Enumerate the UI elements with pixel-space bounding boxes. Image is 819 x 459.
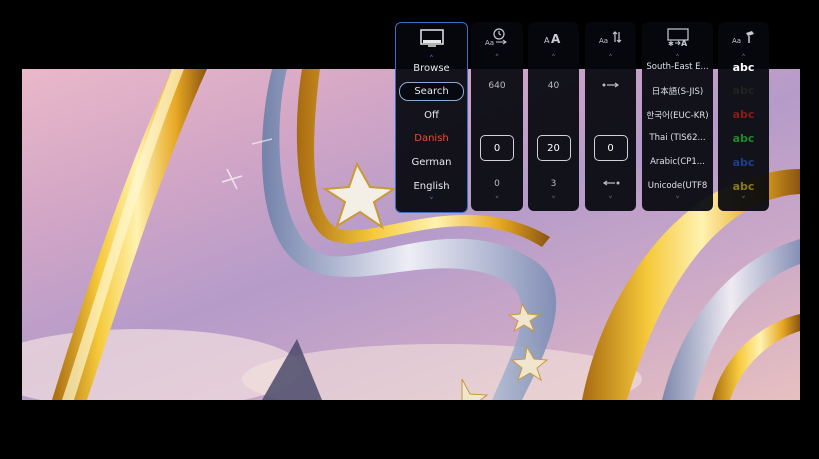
color-sample-red[interactable]: abc: [718, 108, 769, 121]
encoding-item[interactable]: 한국어(EUC-KR): [642, 109, 713, 121]
chevron-up-icon[interactable]: ˄: [528, 54, 579, 64]
svg-text:Aa: Aa: [732, 37, 741, 45]
font-size-icon: A A: [528, 22, 579, 52]
mode-item-english[interactable]: English: [396, 181, 467, 192]
chevron-down-icon[interactable]: ˅: [528, 196, 579, 206]
color-sample-blue[interactable]: abc: [718, 156, 769, 169]
subtitle-sync-panel[interactable]: Aa ˄ 640 0 0 ˅: [471, 22, 523, 211]
font-size-panel[interactable]: A A ˄ 40 20 3 ˅: [528, 22, 579, 211]
size-max-value: 40: [547, 81, 560, 91]
vertical-position-panel[interactable]: Aa ˄ 0 ˅: [585, 22, 636, 211]
encoding-icon: ✱ A: [642, 22, 713, 52]
arrow-left-icon: [585, 179, 636, 190]
encoding-item[interactable]: 日本語(S-JIS): [642, 85, 713, 97]
text-color-icon: Aa: [718, 22, 769, 52]
arrow-right-icon: [585, 81, 636, 92]
mode-item-browse[interactable]: Browse: [396, 63, 467, 74]
chevron-up-icon[interactable]: ˄: [471, 54, 523, 64]
size-value-field[interactable]: 20: [536, 135, 571, 161]
text-color-panel[interactable]: Aa ˄ abc abc abc abc abc abc ˅: [718, 22, 769, 211]
sync-max-value: 640: [488, 81, 506, 91]
color-sample-green[interactable]: abc: [718, 132, 769, 145]
sync-min-value: 0: [494, 179, 500, 189]
vertical-position-icon: Aa: [585, 22, 636, 52]
svg-text:A: A: [544, 36, 550, 45]
sync-value-field[interactable]: 0: [480, 135, 514, 161]
svg-text:✱: ✱: [668, 40, 674, 47]
encoding-item-selected[interactable]: Unicode(UTF8: [642, 181, 713, 191]
chevron-down-icon[interactable]: ˅: [471, 196, 523, 206]
svg-text:Aa: Aa: [599, 37, 608, 45]
encoding-item[interactable]: Arabic(CP1...: [642, 157, 713, 167]
subtitle-sync-clock-icon: Aa: [471, 22, 523, 52]
chevron-down-icon[interactable]: ˅: [585, 196, 636, 206]
chevron-down-icon[interactable]: ˅: [718, 196, 769, 206]
chevron-down-icon[interactable]: ˅: [396, 197, 467, 207]
encoding-item[interactable]: South-East E...: [642, 62, 713, 72]
color-sample-yellow[interactable]: abc: [718, 180, 769, 193]
position-value-field[interactable]: 0: [593, 135, 628, 161]
svg-text:Aa: Aa: [485, 39, 494, 47]
svg-text:A: A: [681, 39, 688, 47]
color-sample-white[interactable]: abc: [718, 61, 769, 74]
chevron-up-icon[interactable]: ˄: [585, 54, 636, 64]
chevron-down-icon[interactable]: ˅: [642, 196, 713, 206]
color-sample-black[interactable]: abc: [718, 84, 769, 97]
mode-item-german[interactable]: German: [396, 157, 467, 168]
mode-item-danish[interactable]: Danish: [396, 133, 467, 144]
mode-item-search[interactable]: Search: [399, 82, 464, 101]
subtitle-screen-icon: [396, 23, 467, 53]
svg-text:A: A: [551, 32, 561, 46]
mode-item-off[interactable]: Off: [396, 110, 467, 121]
encoding-panel[interactable]: ✱ A ˄ South-East E... 日本語(S-JIS) 한국어(EUC…: [642, 22, 713, 211]
size-min-value: 3: [550, 179, 557, 189]
subtitle-mode-panel[interactable]: ˄ Browse Search Off Danish German Englis…: [395, 22, 468, 213]
encoding-item[interactable]: Thai (TIS62...: [642, 133, 713, 143]
